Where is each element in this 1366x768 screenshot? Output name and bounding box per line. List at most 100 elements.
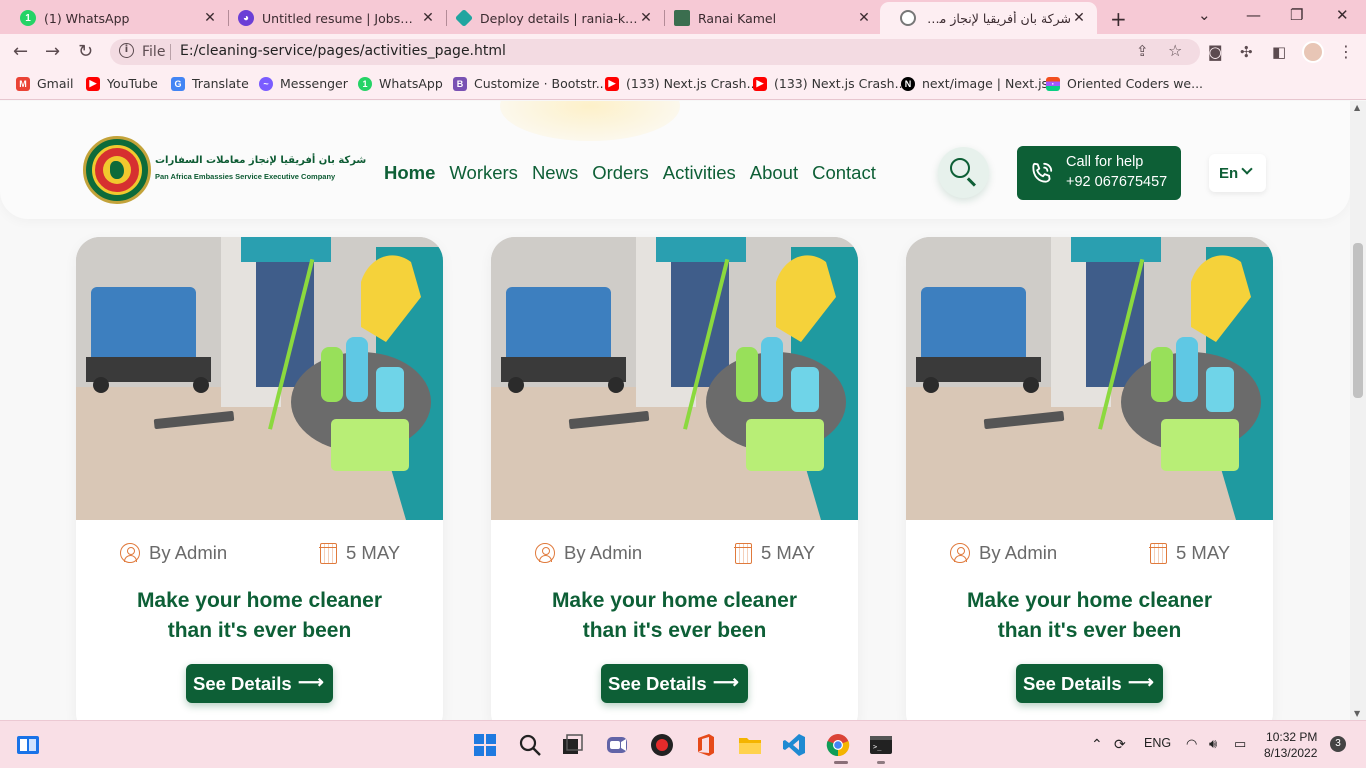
start-icon[interactable] (473, 733, 497, 757)
bookmark-label: Oriented Coders we... (1067, 76, 1204, 91)
see-details-button[interactable]: See Details ⟶ (1016, 664, 1163, 703)
keyboard-language[interactable]: ENG (1144, 736, 1171, 750)
close-icon[interactable]: ✕ (420, 10, 436, 26)
chrome-icon[interactable] (826, 733, 850, 757)
bookmark-nextjs-video[interactable]: ▶ (133) Next.js Crash... (753, 76, 907, 91)
card-title-line: Make your home cleaner (136, 589, 383, 612)
wifi-icon[interactable]: ◠ (1186, 736, 1197, 752)
notification-badge[interactable]: 3 (1330, 736, 1346, 752)
youtube-icon: ▶ (86, 76, 100, 91)
info-icon[interactable]: i (119, 43, 134, 58)
scrollbar-thumb[interactable] (1353, 243, 1363, 398)
office-icon[interactable] (694, 733, 718, 757)
netlify-icon (454, 8, 474, 28)
whatsapp-icon: 1 (358, 76, 372, 91)
widgets-icon[interactable] (16, 733, 40, 757)
bookmark-nextjs-docs[interactable]: N next/image | Next.js (901, 76, 1048, 91)
bookmark-youtube[interactable]: ▶ YouTube (86, 76, 158, 91)
address-bar[interactable]: i File E:/cleaning-service/pages/activit… (110, 39, 1200, 65)
call-for-help-button[interactable]: Call for help +92 067675457 (1017, 146, 1181, 200)
bookmark-label: YouTube (107, 76, 158, 91)
bookmark-star-icon[interactable]: ☆ (1168, 41, 1182, 60)
task-view-icon[interactable] (561, 733, 585, 757)
card-title-line: than it's ever been (167, 619, 352, 642)
bookmark-nextjs-video[interactable]: ▶ (133) Next.js Crash... (605, 76, 759, 91)
volume-icon[interactable]: 🔊︎ (1209, 736, 1217, 752)
language-select[interactable]: En (1209, 154, 1266, 192)
search-button[interactable] (938, 147, 989, 198)
side-panel-icon[interactable]: ◧ (1272, 43, 1286, 61)
minimize-button[interactable]: — (1246, 6, 1261, 24)
back-icon[interactable]: ← (13, 41, 28, 62)
nav-home[interactable]: Home (384, 162, 435, 184)
system-clock[interactable]: 10:32 PM 8/13/2022 (1264, 729, 1317, 761)
close-window-button[interactable]: ✕ (1336, 6, 1349, 24)
close-icon[interactable]: ✕ (856, 10, 872, 26)
cleaning-photo (491, 237, 858, 520)
forward-icon[interactable]: → (45, 41, 60, 62)
extensions-icon[interactable]: ✣ (1240, 43, 1253, 61)
battery-icon[interactable]: ▭ (1234, 736, 1246, 752)
cleaning-photo (906, 237, 1273, 520)
gmail-icon: M (16, 76, 30, 91)
page-scrollbar[interactable]: ▲ ▼ (1350, 101, 1366, 720)
browser-tab[interactable]: ◕ Untitled resume | Jobseeker ✕ (218, 2, 446, 34)
see-details-button[interactable]: See Details ⟶ (186, 664, 333, 703)
card-title: Make your home cleaner than it's ever be… (491, 586, 858, 646)
main-nav: Home Workers News Orders Activities Abou… (384, 162, 890, 184)
bookmark-whatsapp[interactable]: 1 WhatsApp (358, 76, 443, 91)
browser-tab[interactable]: 1 (1) WhatsApp ✕ (0, 2, 228, 34)
nav-workers[interactable]: Workers (449, 162, 518, 184)
nav-about[interactable]: About (750, 162, 798, 184)
tab-search-icon[interactable]: ⌄ (1198, 6, 1211, 24)
bookmark-translate[interactable]: G Translate (171, 76, 249, 91)
vscode-icon[interactable] (782, 733, 806, 757)
browser-toolbar: ← → ↻ i File E:/cleaning-service/pages/a… (0, 34, 1366, 70)
record-icon[interactable] (650, 733, 674, 757)
bookmark-gmail[interactable]: M Gmail (16, 76, 73, 91)
nav-activities[interactable]: Activities (663, 162, 736, 184)
scroll-up-icon[interactable]: ▲ (1354, 103, 1360, 112)
restore-button[interactable]: ❐ (1290, 6, 1303, 24)
close-icon[interactable]: ✕ (1071, 10, 1087, 26)
arrow-right-icon: ⟶ (713, 672, 739, 692)
terminal-icon[interactable]: >_ (869, 733, 893, 757)
see-details-button[interactable]: See Details ⟶ (601, 664, 748, 703)
arrow-right-icon: ⟶ (298, 672, 324, 692)
nav-news[interactable]: News (532, 162, 578, 184)
card-meta: By Admin 5 MAY (491, 537, 858, 567)
search-icon-handle (967, 177, 976, 187)
company-logo[interactable] (83, 136, 151, 204)
jobseeker-icon: ◕ (238, 10, 254, 26)
bookmark-messenger[interactable]: ~ Messenger (259, 76, 348, 91)
browser-tab[interactable]: Deploy details | rania-kamel- ✕ (436, 2, 664, 34)
brand-name-arabic: شركة بان أفريقيا لإنجاز معاملات السفارات (155, 155, 367, 166)
search-icon[interactable] (518, 733, 542, 757)
scroll-down-icon[interactable]: ▼ (1354, 709, 1360, 718)
bookmark-label: Translate (192, 76, 249, 91)
camera-icon[interactable]: ◙ (1208, 43, 1223, 61)
calendar-icon (734, 542, 752, 564)
show-hidden-icons[interactable]: ⌃ (1091, 736, 1103, 753)
close-icon[interactable]: ✕ (202, 10, 218, 26)
share-icon[interactable]: ⇪ (1136, 42, 1149, 60)
browser-tab[interactable]: Ranai Kamel ✕ (654, 2, 882, 34)
nav-contact[interactable]: Contact (812, 162, 876, 184)
sync-icon[interactable]: ⟳ (1114, 736, 1126, 753)
bookmark-bootstrap[interactable]: B Customize · Bootstr... (453, 76, 608, 91)
new-tab-button[interactable]: + (1110, 7, 1127, 31)
menu-icon[interactable]: ⋮ (1338, 42, 1354, 61)
teams-icon[interactable] (605, 733, 629, 757)
file-explorer-icon[interactable] (738, 733, 762, 757)
reload-icon[interactable]: ↻ (78, 41, 93, 62)
user-icon (950, 543, 970, 563)
cleaning-illustration (76, 237, 443, 520)
windows-taskbar: >_ ⌃ ⟳ ENG ◠ 🔊︎ ▭ 10:32 PM 8/13/2022 3 (0, 720, 1366, 768)
site-header: شركة بان أفريقيا لإنجاز معاملات السفارات… (0, 101, 1350, 219)
close-icon[interactable]: ✕ (638, 10, 654, 26)
profile-avatar[interactable] (1302, 41, 1324, 63)
bookmark-oriented-coders[interactable]: · Oriented Coders we... (1046, 76, 1203, 91)
address-url[interactable]: E:/cleaning-service/pages/activities_pag… (180, 43, 506, 59)
browser-tab-active[interactable]: شركة بان أفريقيا لإنجاز معاملات ✕ (880, 2, 1097, 34)
nav-orders[interactable]: Orders (592, 162, 649, 184)
